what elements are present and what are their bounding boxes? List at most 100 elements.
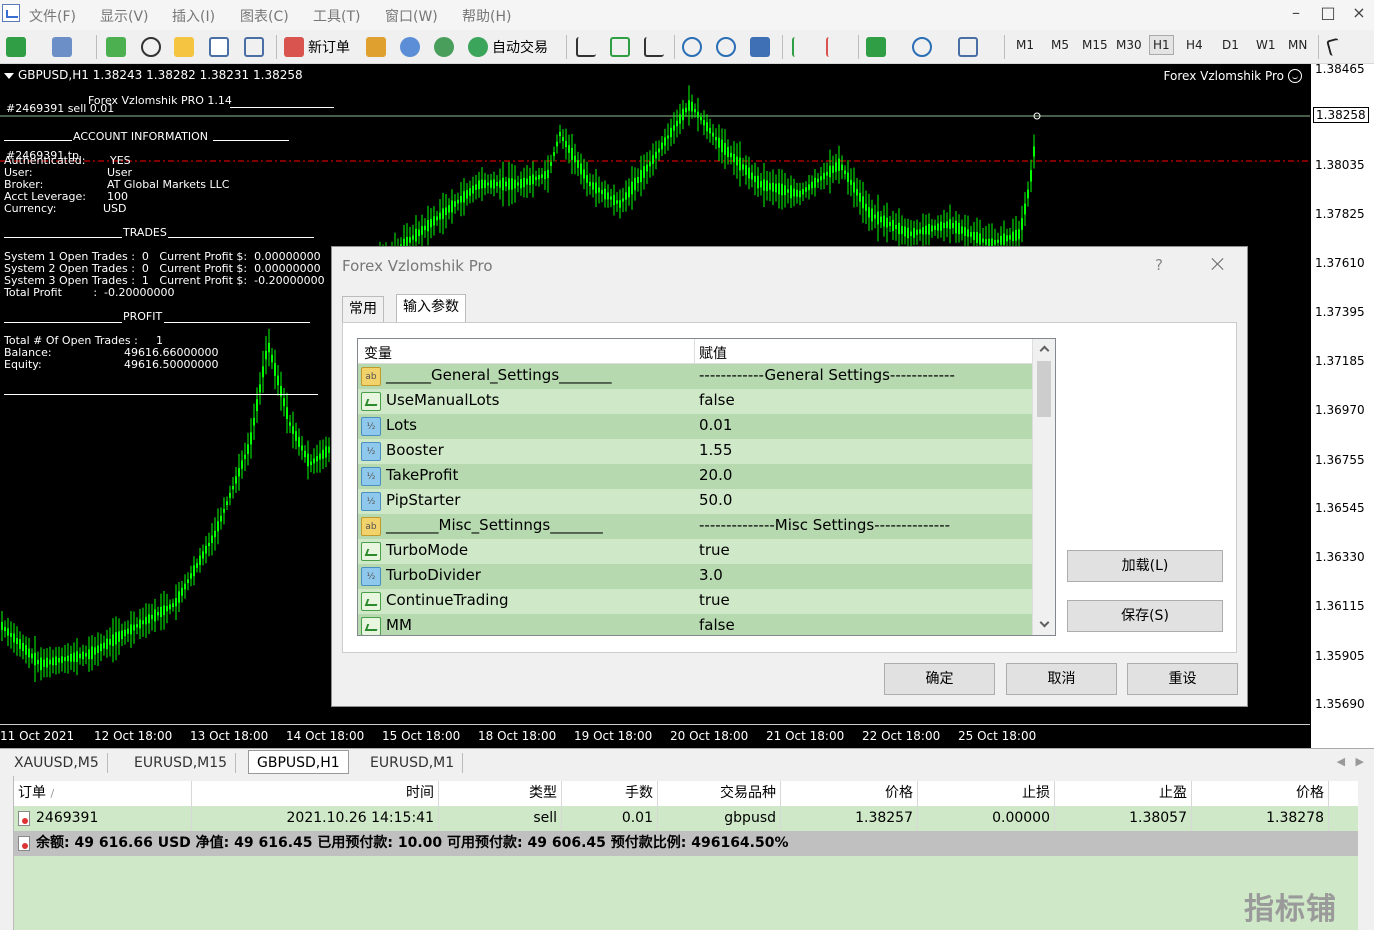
- zoom-out-button[interactable]: [716, 34, 736, 60]
- tab-common[interactable]: 常用: [342, 296, 384, 322]
- chart-tab-eurusd-m1[interactable]: EURUSD,M1: [362, 753, 464, 773]
- col-tp[interactable]: 止盈: [1055, 781, 1192, 806]
- tile-windows-button[interactable]: [750, 34, 770, 60]
- line-chart-button[interactable]: [644, 34, 664, 60]
- terminal-scrollbar[interactable]: [1358, 781, 1374, 930]
- navigator-button[interactable]: [174, 34, 194, 60]
- tf-m15[interactable]: M15: [1082, 38, 1108, 52]
- close-button[interactable]: ×: [1346, 3, 1372, 25]
- chart-shift-button[interactable]: [826, 34, 846, 60]
- param-value[interactable]: ------------General Settings------------: [699, 366, 955, 384]
- candle-body: [328, 446, 330, 453]
- param-value[interactable]: false: [699, 391, 735, 409]
- menu-help[interactable]: 帮助(H): [462, 6, 511, 26]
- tf-h1[interactable]: H1: [1149, 35, 1174, 55]
- col-value[interactable]: 赋值: [699, 343, 727, 363]
- cursor-button[interactable]: [1326, 34, 1342, 60]
- col-type[interactable]: 类型: [439, 781, 562, 806]
- profiles-button[interactable]: [52, 34, 72, 60]
- table-row[interactable]: 2469391 2021.10.26 14:15:41 sell 0.01 gb…: [14, 806, 1358, 831]
- chart-dropdown-icon[interactable]: [4, 72, 14, 79]
- community-button[interactable]: [400, 34, 420, 60]
- param-row[interactable]: TurboMode true: [358, 539, 1032, 564]
- tf-h4[interactable]: H4: [1186, 38, 1203, 52]
- param-row[interactable]: ½ Booster 1.55: [358, 439, 1032, 464]
- col-time[interactable]: 时间: [192, 781, 439, 806]
- reset-button[interactable]: 重设: [1127, 663, 1238, 695]
- param-row[interactable]: ½ PipStarter 50.0: [358, 489, 1032, 514]
- close-icon[interactable]: [1208, 254, 1228, 274]
- param-value[interactable]: false: [699, 616, 735, 634]
- save-button[interactable]: 保存(S): [1067, 600, 1223, 632]
- param-row[interactable]: ½ TakeProfit 20.0: [358, 464, 1032, 489]
- tab-scroll-arrows[interactable]: ◀ ▶: [1337, 755, 1364, 768]
- tf-d1[interactable]: D1: [1222, 38, 1239, 52]
- col-sl[interactable]: 止损: [918, 781, 1055, 806]
- param-row[interactable]: ab _______Misc_Settinngs_______ ----------…: [358, 514, 1032, 539]
- param-row[interactable]: UseManualLots false: [358, 389, 1032, 414]
- new-chart-button[interactable]: [6, 34, 26, 60]
- tf-m30[interactable]: M30: [1116, 38, 1142, 52]
- col-lots[interactable]: 手数: [562, 781, 658, 806]
- data-window-button[interactable]: [141, 34, 161, 60]
- menu-file[interactable]: 文件(F): [29, 6, 76, 26]
- help-button[interactable]: ?: [1155, 256, 1163, 274]
- col-order[interactable]: 订单 /: [14, 781, 192, 806]
- candle-chart-button[interactable]: [610, 34, 630, 60]
- templates-button[interactable]: [958, 34, 978, 60]
- metaeditor-button[interactable]: [366, 34, 386, 60]
- col-symbol[interactable]: 交易品种: [658, 781, 781, 806]
- param-value[interactable]: 3.0: [699, 566, 723, 584]
- tf-mn[interactable]: MN: [1288, 38, 1307, 52]
- ok-button[interactable]: 确定: [884, 663, 995, 695]
- cancel-button[interactable]: 取消: [1006, 663, 1117, 695]
- terminal-side-handle[interactable]: [0, 776, 14, 930]
- chart-tab-xauusd[interactable]: XAUUSD,M5: [6, 753, 108, 773]
- autoscroll-button[interactable]: [792, 34, 812, 60]
- terminal-button[interactable]: [209, 34, 229, 60]
- periods-button[interactable]: [912, 34, 932, 60]
- market-watch-button[interactable]: [106, 34, 126, 60]
- param-value[interactable]: 20.0: [699, 466, 732, 484]
- scroll-down-icon[interactable]: [1039, 617, 1050, 628]
- chart-tab-eurusd-m15[interactable]: EURUSD,M15: [126, 753, 237, 773]
- menu-window[interactable]: 窗口(W): [385, 6, 438, 26]
- param-value[interactable]: --------------Misc Settings-------------…: [699, 516, 950, 534]
- menu-insert[interactable]: 插入(I): [172, 6, 215, 26]
- zoom-in-button[interactable]: [682, 34, 702, 60]
- scroll-thumb[interactable]: [1037, 361, 1051, 417]
- param-value[interactable]: true: [699, 591, 730, 609]
- menu-view[interactable]: 显示(V): [100, 6, 149, 26]
- tab-inputs[interactable]: 输入参数: [396, 294, 466, 323]
- param-value[interactable]: 50.0: [699, 491, 732, 509]
- col-variable[interactable]: 变量: [364, 343, 392, 363]
- restore-button[interactable]: □: [1315, 3, 1341, 25]
- load-button[interactable]: 加载(L): [1067, 550, 1223, 582]
- scroll-up-icon[interactable]: [1039, 345, 1050, 356]
- param-value[interactable]: 0.01: [699, 416, 732, 434]
- param-value[interactable]: true: [699, 541, 730, 559]
- menu-tools[interactable]: 工具(T): [313, 6, 360, 26]
- param-row[interactable]: ½ Lots 0.01: [358, 414, 1032, 439]
- candle-body: [979, 233, 981, 245]
- chart-tab-gbpusd-h1[interactable]: GBPUSD,H1: [248, 750, 349, 774]
- tf-w1[interactable]: W1: [1256, 38, 1276, 52]
- parameters-scrollbar[interactable]: [1032, 339, 1055, 635]
- tf-m5[interactable]: M5: [1051, 38, 1069, 52]
- param-row[interactable]: MM false: [358, 614, 1032, 635]
- param-row[interactable]: ½ TurboDivider 3.0: [358, 564, 1032, 589]
- new-order-button[interactable]: 新订单: [284, 34, 350, 60]
- col-cur-price[interactable]: 价格: [1192, 781, 1329, 806]
- signals-button[interactable]: [434, 34, 454, 60]
- param-row[interactable]: ab ______General_Settings_______ ---------…: [358, 364, 1032, 389]
- bar-chart-button[interactable]: [576, 34, 596, 60]
- col-price[interactable]: 价格: [781, 781, 918, 806]
- param-value[interactable]: 1.55: [699, 441, 732, 459]
- tester-button[interactable]: [244, 34, 264, 60]
- indicators-button[interactable]: [866, 34, 886, 60]
- auto-trading-button[interactable]: 自动交易: [468, 34, 548, 60]
- tf-m1[interactable]: M1: [1016, 38, 1034, 52]
- param-row[interactable]: ContinueTrading true: [358, 589, 1032, 614]
- minimize-button[interactable]: –: [1283, 3, 1309, 25]
- menu-charts[interactable]: 图表(C): [240, 6, 289, 26]
